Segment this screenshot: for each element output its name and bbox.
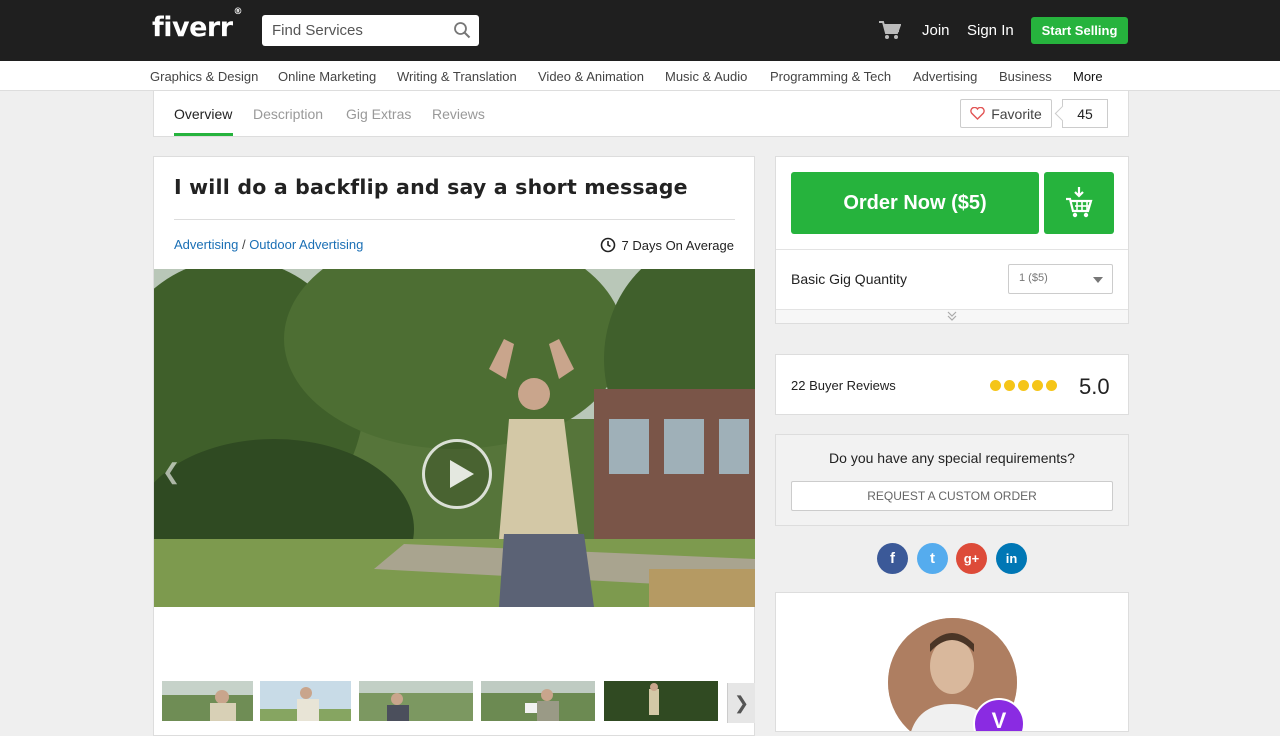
search-icon[interactable] [453, 21, 471, 39]
star-icon [1032, 380, 1043, 391]
search-box [262, 15, 479, 46]
add-to-cart-icon [1066, 187, 1093, 218]
rating-stars [990, 380, 1057, 391]
divider [776, 249, 1128, 250]
seller-profile-panel: V [775, 592, 1129, 732]
category-advertising[interactable]: Advertising [913, 69, 977, 84]
thumbnail-1[interactable] [162, 681, 253, 721]
google-plus-icon[interactable]: g+ [956, 543, 987, 574]
order-panel: Order Now ($5) Basic Gig Quantity 1 ($5) [775, 156, 1129, 324]
delivery-time: 7 Days On Average [600, 237, 735, 253]
tab-reviews[interactable]: Reviews [432, 106, 485, 122]
gig-video-player[interactable]: ❮ [154, 269, 755, 607]
star-icon [1046, 380, 1057, 391]
category-music-audio[interactable]: Music & Audio [665, 69, 747, 84]
twitter-icon[interactable]: t [917, 543, 948, 574]
active-tab-indicator [174, 133, 233, 136]
breadcrumb-subcategory[interactable]: Outdoor Advertising [249, 237, 363, 252]
thumbnail-next-arrow-icon[interactable]: ❯ [727, 683, 755, 723]
cart-icon[interactable] [879, 20, 901, 40]
category-more[interactable]: More [1073, 69, 1103, 84]
tab-overview[interactable]: Overview [174, 106, 232, 122]
facebook-icon[interactable]: f [877, 543, 908, 574]
thumbnail-3[interactable] [359, 681, 473, 721]
divider [174, 219, 735, 220]
category-nav: Graphics & Design Online Marketing Writi… [0, 61, 1280, 91]
heart-icon [970, 107, 985, 120]
sign-in-link[interactable]: Sign In [967, 22, 1014, 39]
category-online-marketing[interactable]: Online Marketing [278, 69, 376, 84]
double-chevron-down-icon [947, 311, 957, 321]
category-programming-tech[interactable]: Programming & Tech [770, 69, 891, 84]
order-now-button[interactable]: Order Now ($5) [791, 172, 1039, 234]
category-video-animation[interactable]: Video & Animation [538, 69, 644, 84]
gig-tabs: Overview Description Gig Extras Reviews … [153, 91, 1129, 137]
favorite-count: 45 [1062, 99, 1108, 128]
video-still-image [154, 269, 755, 607]
breadcrumb: Advertising / Outdoor Advertising [174, 237, 363, 252]
star-icon [1004, 380, 1015, 391]
expand-options-toggle[interactable] [776, 309, 1128, 323]
delivery-text: 7 Days On Average [621, 237, 735, 253]
tab-description[interactable]: Description [253, 106, 323, 122]
star-icon [990, 380, 1001, 391]
top-bar: fiverr® Join Sign In Start Selling [0, 0, 1280, 61]
category-graphics-design[interactable]: Graphics & Design [150, 69, 258, 84]
gig-title: I will do a backflip and say a short mes… [174, 175, 688, 199]
category-business[interactable]: Business [999, 69, 1052, 84]
category-writing-translation[interactable]: Writing & Translation [397, 69, 517, 84]
custom-requirements-question: Do you have any special requirements? [829, 450, 1075, 466]
buyer-reviews-count[interactable]: 22 Buyer Reviews [791, 378, 896, 393]
thumbnail-4[interactable] [481, 681, 595, 721]
video-prev-arrow-icon[interactable]: ❮ [162, 459, 180, 485]
search-input[interactable] [262, 15, 442, 46]
custom-order-panel: Do you have any special requirements? RE… [775, 434, 1129, 526]
thumbnail-2[interactable] [260, 681, 351, 721]
quantity-select[interactable]: 1 ($5) [1008, 264, 1113, 294]
rating-value: 5.0 [1079, 374, 1110, 399]
tab-gig-extras[interactable]: Gig Extras [346, 106, 411, 122]
favorite-button[interactable]: Favorite [960, 99, 1052, 128]
join-link[interactable]: Join [922, 22, 950, 39]
start-selling-button[interactable]: Start Selling [1031, 17, 1128, 44]
breadcrumb-separator: / [241, 237, 246, 252]
clock-icon [600, 237, 615, 253]
quantity-label: Basic Gig Quantity [791, 271, 907, 287]
favorite-label: Favorite [991, 105, 1042, 122]
reviews-summary: 22 Buyer Reviews 5.0 [775, 354, 1129, 415]
thumbnail-5[interactable] [604, 681, 718, 721]
add-to-cart-button[interactable] [1044, 172, 1114, 234]
gig-main-panel: I will do a backflip and say a short mes… [153, 156, 755, 736]
fiverr-logo[interactable]: fiverr® [152, 7, 243, 43]
star-icon [1018, 380, 1029, 391]
play-icon[interactable] [422, 439, 492, 509]
request-custom-order-button[interactable]: REQUEST A CUSTOM ORDER [791, 481, 1113, 511]
linkedin-icon[interactable]: in [996, 543, 1027, 574]
breadcrumb-category[interactable]: Advertising [174, 237, 238, 252]
